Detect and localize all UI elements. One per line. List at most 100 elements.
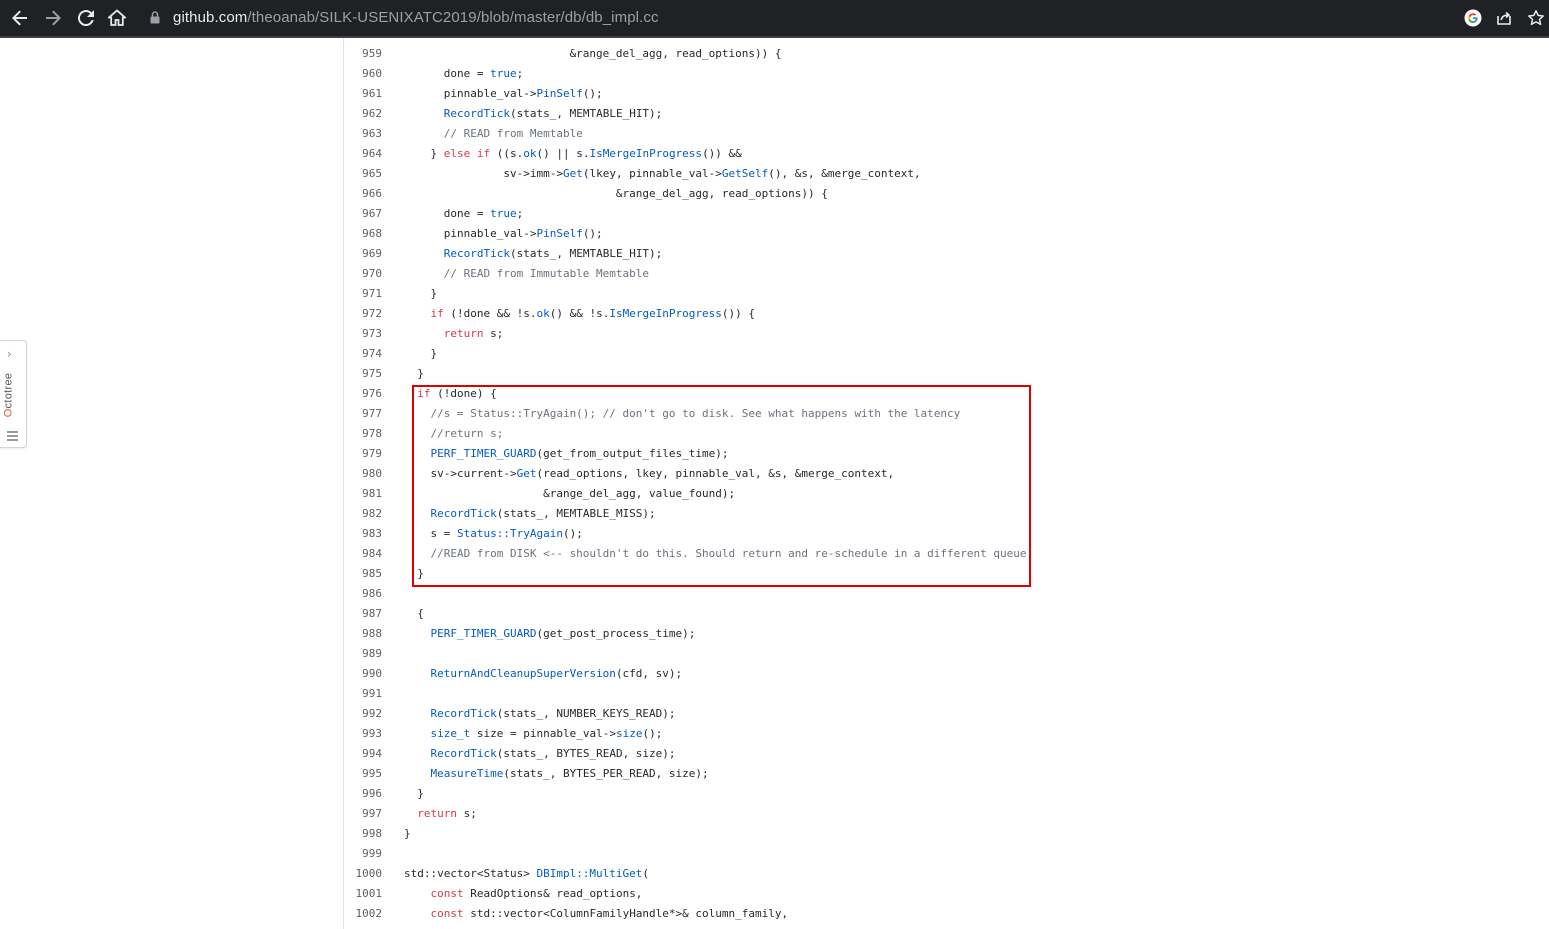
line-number[interactable]: 988 <box>322 624 382 644</box>
code-line: 964 } else if ((s.ok() || s.IsMergeInPro… <box>344 144 1549 164</box>
code-line: 989 <box>344 644 1549 664</box>
code-text: &range_del_agg, read_options)) { <box>404 184 828 204</box>
line-number[interactable]: 981 <box>322 484 382 504</box>
line-number[interactable]: 970 <box>322 264 382 284</box>
line-number[interactable]: 992 <box>322 704 382 724</box>
code-token: (!done && !s. <box>443 307 537 320</box>
code-token: ; <box>516 67 524 80</box>
line-number[interactable]: 983 <box>322 524 382 544</box>
back-icon[interactable] <box>8 6 32 30</box>
entity-token: RecordTick <box>443 107 510 120</box>
code-line: 971 } <box>344 284 1549 304</box>
code-text: // READ from Immutable Memtable <box>404 264 649 284</box>
line-number[interactable]: 973 <box>322 324 382 344</box>
line-number[interactable]: 967 <box>322 204 382 224</box>
line-number[interactable]: 994 <box>322 744 382 764</box>
line-number[interactable]: 962 <box>322 104 382 124</box>
chevron-right-icon: › <box>7 347 12 361</box>
code-token: (), &s, &merge_context, <box>768 167 921 180</box>
entity-token: IsMergeInProgress <box>609 307 722 320</box>
code-line: 995 MeasureTime(stats_, BYTES_PER_READ, … <box>344 764 1549 784</box>
reload-icon[interactable] <box>74 6 98 30</box>
line-number[interactable]: 966 <box>322 184 382 204</box>
code-text: const std::vector<ColumnFamilyHandle*>& … <box>404 904 789 924</box>
keyword-token: return <box>417 807 457 820</box>
line-number[interactable]: 976 <box>322 384 382 404</box>
code-line: 969 RecordTick(stats_, MEMTABLE_HIT); <box>344 244 1549 264</box>
code-token: } <box>404 287 438 300</box>
url-text[interactable]: github.com/theoanab/SILK-USENIXATC2019/b… <box>173 9 659 26</box>
code-token: () || s. <box>536 147 590 160</box>
share-icon[interactable] <box>1492 6 1516 30</box>
line-number[interactable]: 964 <box>322 144 382 164</box>
line-number[interactable]: 980 <box>322 464 382 484</box>
line-number[interactable]: 977 <box>322 404 382 424</box>
line-number[interactable]: 969 <box>322 244 382 264</box>
home-icon[interactable] <box>105 6 129 30</box>
code-text: pinnable_val->PinSelf(); <box>404 224 603 244</box>
code-line: 959 &range_del_agg, read_options)) { <box>344 44 1549 64</box>
line-number[interactable]: 972 <box>322 304 382 324</box>
toolbar-divider <box>0 36 1549 38</box>
line-number[interactable]: 996 <box>322 784 382 804</box>
line-number[interactable]: 989 <box>322 644 382 664</box>
keyword-token: return <box>443 327 484 340</box>
line-number[interactable]: 984 <box>322 544 382 564</box>
code-text: RecordTick(stats_, NUMBER_KEYS_READ); <box>404 704 676 724</box>
code-line: 962 RecordTick(stats_, MEMTABLE_HIT); <box>344 104 1549 124</box>
line-number[interactable]: 963 <box>322 124 382 144</box>
star-icon[interactable] <box>1524 6 1548 30</box>
code-text: // READ from Memtable <box>404 124 583 144</box>
entity-token: RecordTick <box>430 747 497 760</box>
line-number[interactable]: 979 <box>322 444 382 464</box>
line-number[interactable]: 961 <box>322 84 382 104</box>
line-number[interactable]: 999 <box>322 844 382 864</box>
line-number[interactable]: 986 <box>322 584 382 604</box>
code-text: size_t size = pinnable_val->size(); <box>404 724 663 744</box>
code-text: { <box>404 604 424 624</box>
line-number[interactable]: 1001 <box>322 884 383 904</box>
line-number[interactable]: 995 <box>322 764 382 784</box>
code-text: return s; <box>404 324 504 344</box>
line-number[interactable]: 974 <box>322 344 382 364</box>
google-icon[interactable] <box>1461 6 1485 30</box>
octotree-sidebar-toggle[interactable]: › Octotree <box>0 340 27 448</box>
line-number[interactable]: 997 <box>322 804 382 824</box>
comment-token: // READ from Memtable <box>404 127 583 140</box>
line-number[interactable]: 965 <box>322 164 382 184</box>
line-number[interactable]: 991 <box>322 684 382 704</box>
line-number[interactable]: 960 <box>322 64 382 84</box>
forward-icon[interactable] <box>41 6 65 30</box>
line-number[interactable]: 1000 <box>322 864 383 884</box>
code-line: 992 RecordTick(stats_, NUMBER_KEYS_READ)… <box>344 704 1549 724</box>
line-number[interactable]: 985 <box>322 564 382 584</box>
code-line: 996 } <box>344 784 1549 804</box>
line-number[interactable]: 1002 <box>322 904 383 924</box>
line-number[interactable]: 982 <box>322 504 382 524</box>
line-number[interactable]: 990 <box>322 664 382 684</box>
url-host: github.com <box>173 9 248 26</box>
address-bar[interactable]: github.com/theoanab/SILK-USENIXATC2019/b… <box>140 4 1460 32</box>
code-token: &range_del_agg, read_options)) { <box>404 47 782 60</box>
line-number[interactable]: 978 <box>322 424 382 444</box>
code-line: 990 ReturnAndCleanupSuperVersion(cfd, sv… <box>344 664 1549 684</box>
line-number[interactable]: 959 <box>322 44 382 64</box>
code-line: 1000 std::vector<Status> DBImpl::MultiGet… <box>344 864 1549 884</box>
line-number[interactable]: 987 <box>322 604 382 624</box>
code-token: (cfd, sv); <box>615 667 683 680</box>
line-number[interactable]: 975 <box>322 364 382 384</box>
octotree-label: Octotree <box>2 372 15 418</box>
entity-token: Get <box>562 167 583 180</box>
code-text: } <box>404 344 437 364</box>
line-number[interactable]: 998 <box>322 824 382 844</box>
keyword-token: const <box>430 887 464 900</box>
line-number[interactable]: 993 <box>322 724 382 744</box>
line-number[interactable]: 971 <box>322 284 382 304</box>
line-number[interactable]: 968 <box>322 224 382 244</box>
lock-icon[interactable] <box>150 11 160 29</box>
